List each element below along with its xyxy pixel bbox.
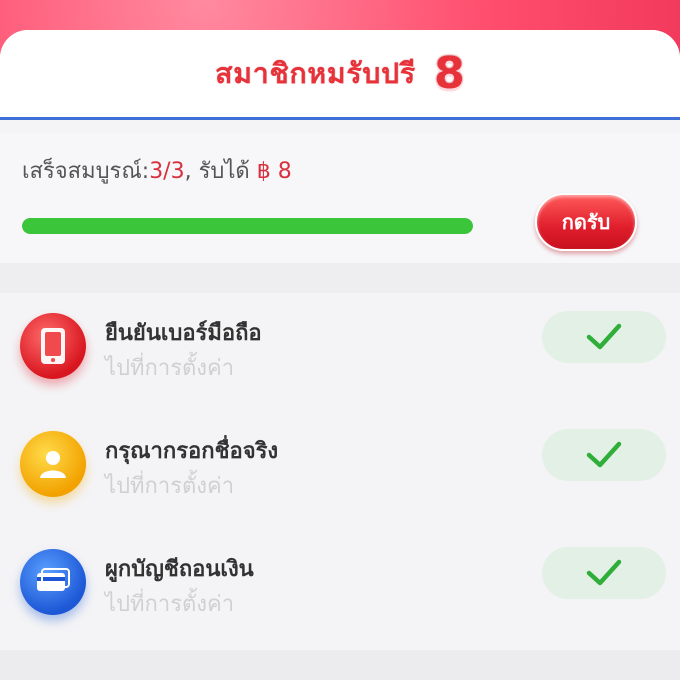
page-title: สมาชิกหมรับปรี — [215, 56, 417, 90]
task-completed-button — [542, 429, 666, 481]
progress-section: เสร็จสมบูรณ์:3/3, รับได้ ฿ 8 กดรับ — [0, 133, 680, 263]
user-icon — [20, 431, 86, 497]
reward-amount: ฿ 8 — [256, 159, 292, 184]
task-subtitle[interactable]: ไปที่การตั้งค่า — [105, 586, 234, 621]
checkmark-icon — [586, 323, 622, 350]
task-item-verify-phone[interactable]: ยืนยันเบอร์มือถือ ไปที่การตั้งค่า — [0, 293, 680, 411]
claim-button[interactable]: กดรับ — [535, 193, 637, 251]
checkmark-icon — [586, 441, 622, 468]
page-header: สมาชิกหมรับปรี 8 — [0, 30, 680, 120]
progress-label: เสร็จสมบูรณ์: — [22, 159, 150, 184]
progress-text: เสร็จสมบูรณ์:3/3, รับได้ ฿ 8 — [22, 153, 292, 188]
task-title: ยืนยันเบอร์มือถือ — [105, 321, 262, 346]
task-item-real-name[interactable]: กรุณากรอกชื่อจริง ไปที่การตั้งค่า — [0, 411, 680, 529]
task-completed-button — [542, 547, 666, 599]
reward-label: , รับได้ — [184, 159, 257, 184]
progress-fill — [22, 218, 473, 234]
task-title: กรุณากรอกชื่อจริง — [105, 439, 279, 464]
task-list: ยืนยันเบอร์มือถือ ไปที่การตั้งค่า กรุณาก… — [0, 293, 680, 647]
progress-count: 3/3 — [149, 159, 185, 184]
member-reward-card: สมาชิกหมรับปรี 8 เสร็จสมบูรณ์:3/3, รับได… — [0, 30, 680, 680]
phone-icon — [20, 313, 86, 379]
task-subtitle[interactable]: ไปที่การตั้งค่า — [105, 468, 234, 503]
task-subtitle[interactable]: ไปที่การตั้งค่า — [105, 350, 234, 385]
page-title-number: 8 — [434, 48, 465, 99]
bank-card-icon — [20, 549, 86, 615]
checkmark-icon — [586, 559, 622, 586]
task-completed-button — [542, 311, 666, 363]
task-item-bind-account[interactable]: ผูกบัญชีถอนเงิน ไปที่การตั้งค่า — [0, 529, 680, 647]
bottom-strip — [0, 650, 680, 680]
section-divider — [0, 263, 680, 293]
progress-bar — [22, 218, 473, 234]
task-title: ผูกบัญชีถอนเงิน — [105, 557, 254, 582]
